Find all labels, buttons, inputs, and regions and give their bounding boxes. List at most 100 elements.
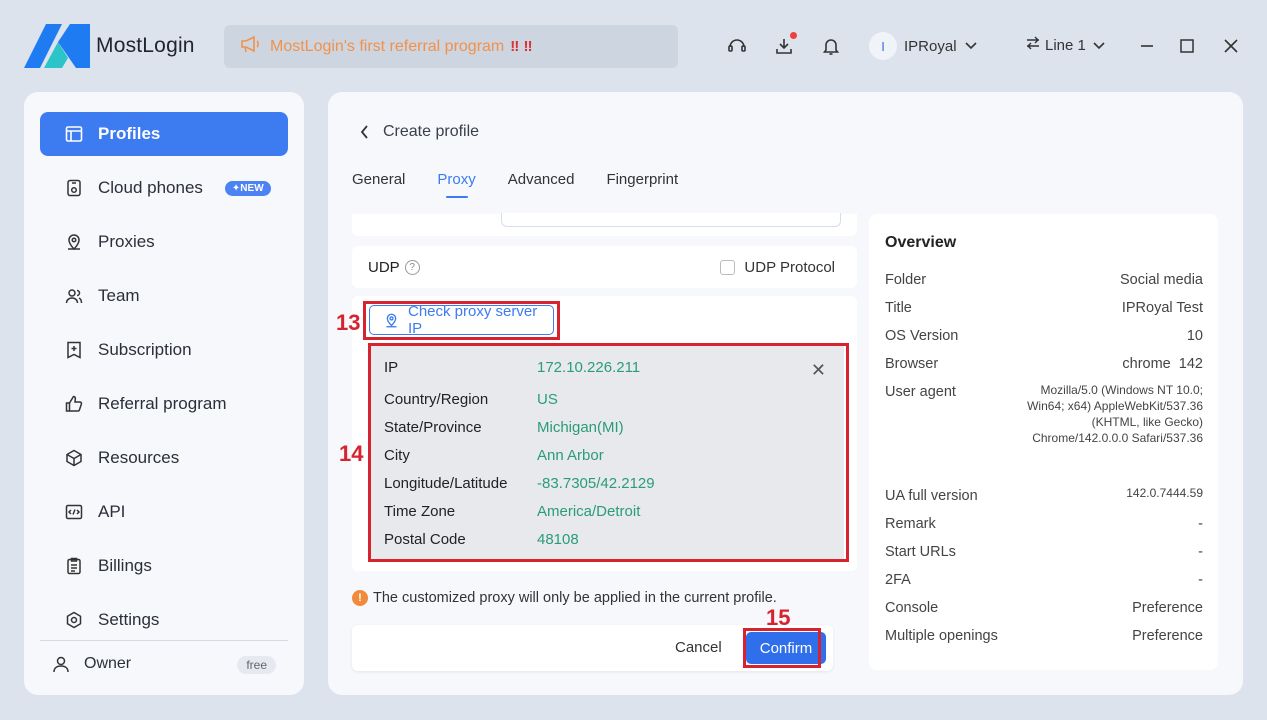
bell-icon[interactable] [820,35,842,57]
ip-info-value: Michigan(MI) [537,419,624,436]
sidebar-item-proxies[interactable]: Proxies [40,220,288,264]
download-notification-dot [790,32,797,39]
top-bar: MostLogin MostLogin's first referral pro… [0,0,1267,92]
sidebar-item-label: Settings [98,610,160,629]
overview-key: Multiple openings [885,628,998,644]
user-icon [52,655,70,673]
sidebar-item-subscription[interactable]: Subscription [40,328,288,372]
tab-advanced[interactable]: Advanced [508,171,575,188]
close-window-icon[interactable] [1220,35,1242,57]
user-menu[interactable]: I IPRoyal [869,32,977,60]
tab-general[interactable]: General [352,171,405,188]
sidebar-item-cloud-phones[interactable]: Cloud phones ✦NEW [40,166,288,210]
chevron-down-icon [964,37,977,55]
phone-icon [64,178,84,198]
subscription-icon [64,340,84,360]
line-label: Line 1 [1045,36,1086,54]
sidebar-item-billings[interactable]: Billings [40,544,288,588]
back-button[interactable]: Create profile [360,123,479,141]
overview-value: IPRoyal Test [1121,300,1203,316]
overview-key: Remark [885,516,936,532]
close-icon[interactable]: ✕ [811,360,826,381]
sidebar-item-team[interactable]: Team [40,274,288,318]
sidebar-item-settings[interactable]: Settings [40,598,288,642]
switch-icon [1026,36,1040,54]
sidebar-item-referral-program[interactable]: Referral program [40,382,288,426]
udp-label: UDP ? [368,259,420,276]
chevron-down-icon [1093,37,1105,54]
tab-proxy[interactable]: Proxy [437,171,475,188]
sidebar-item-label: Referral program [98,394,227,413]
overview-value: 142.0.7444.59 [1126,486,1203,500]
udp-protocol-checkbox[interactable]: UDP Protocol [720,259,835,276]
ip-info-value: -83.7305/42.2129 [537,475,655,492]
checkbox-box[interactable] [720,260,736,275]
app-name: MostLogin [96,34,195,57]
line-selector[interactable]: Line 1 [1026,36,1105,54]
overview-title: Overview [885,234,957,251]
ip-info-key: Longitude/Latitude [384,475,508,492]
cancel-button[interactable]: Cancel [675,639,722,656]
app-logo: MostLogin [24,24,195,68]
code-icon [64,502,84,522]
ip-result-panel: ✕ IP 172.10.226.211 Country/Region US St… [371,346,844,559]
overview-key: Title [885,300,912,316]
owner-label: Owner [84,655,132,672]
help-icon[interactable]: ? [404,260,420,275]
sidebar-item-label: Resources [98,448,180,467]
ip-info-value: 172.10.226.211 [537,359,641,376]
overview-value: Preference [1132,600,1203,616]
step-label-13: 13 [336,310,361,335]
banner-marks: ‼ ‼ [510,38,533,55]
sidebar-item-resources[interactable]: Resources [40,436,288,480]
step-label-14: 14 [339,441,364,466]
overview-row: User agent Mozilla/5.0 (Windows NT 10.0;… [885,383,1203,480]
warning-icon: ! [352,590,368,606]
support-headset-icon[interactable] [726,35,748,57]
minimize-icon[interactable] [1136,35,1158,57]
ip-info-value: America/Detroit [537,503,641,520]
profile-tabs: General Proxy Advanced Fingerprint [352,171,710,188]
sidebar-divider [40,640,288,641]
sidebar-item-api[interactable]: API [40,490,288,534]
overview-key: Folder [885,272,927,288]
plan-badge: free [237,656,276,674]
profile-window-icon [64,124,84,144]
chevron-left-icon [360,125,369,139]
page-title: Create profile [383,123,480,140]
sidebar-item-label: Profiles [98,124,161,143]
maximize-icon[interactable] [1176,35,1198,57]
proxy-input-field[interactable] [501,213,841,227]
overview-value: chrome 142 [1122,356,1203,372]
location-pin-icon [384,313,399,328]
ip-info-key: State/Province [384,419,482,436]
gear-icon [64,610,84,630]
ip-info-value: US [537,391,558,408]
ip-info-value: 48108 [537,531,579,548]
team-icon [64,286,84,306]
sidebar-item-label: Subscription [98,340,192,359]
overview-key: Console [885,600,939,616]
sidebar-item-label: Team [98,286,140,305]
overview-value: Preference [1132,628,1203,644]
banner-text: MostLogin's first referral program [270,37,505,55]
check-proxy-label: Check proxy server IP [408,303,538,337]
create-profile-panel: Create profile General Proxy Advanced Fi… [328,92,1243,695]
overview-key: OS Version [885,328,959,344]
new-badge: ✦NEW [224,180,271,196]
user-name: IPRoyal [904,37,957,55]
tab-fingerprint[interactable]: Fingerprint [606,171,678,188]
referral-banner[interactable]: MostLogin's first referral program ‼ ‼ [224,25,678,68]
sidebar-item-profiles[interactable]: Profiles [40,112,288,156]
overview-key: 2FA [885,572,911,588]
location-pin-icon [64,232,84,252]
sidebar-item-label: API [98,502,126,521]
cube-icon [64,448,84,468]
download-icon[interactable] [773,32,797,57]
check-proxy-ip-button[interactable]: Check proxy server IP [369,303,554,337]
sidebar-item-label: Proxies [98,232,155,251]
udp-card: UDP ? UDP Protocol [352,246,857,288]
ip-info-key: IP [384,359,399,376]
owner-account[interactable]: Owner free [52,655,276,674]
mostlogin-logo-icon [24,24,90,68]
